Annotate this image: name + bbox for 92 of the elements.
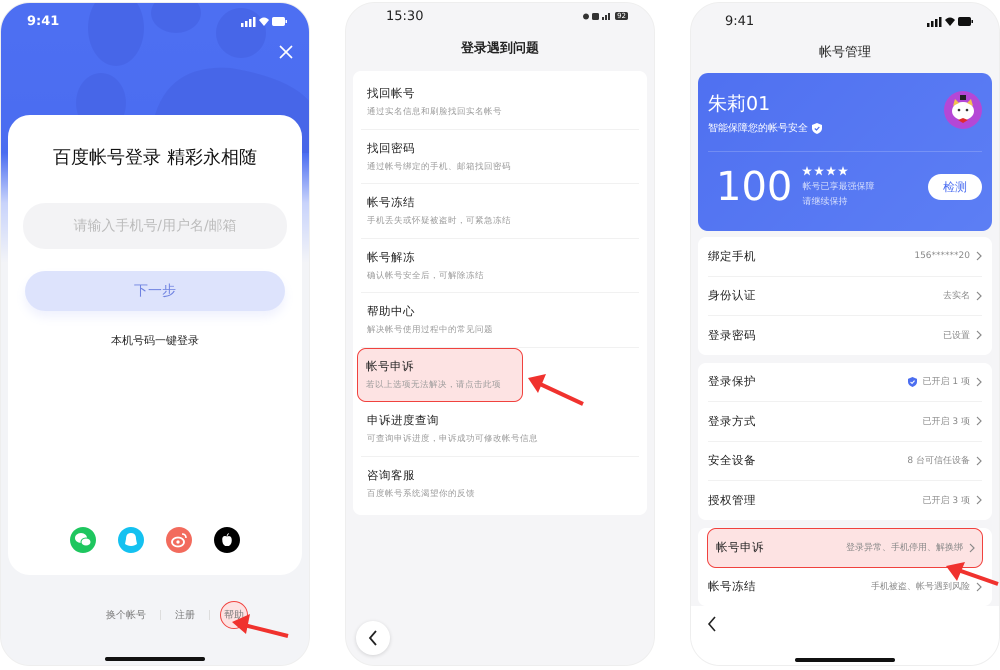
setting-label: 身份认证 [708, 288, 756, 304]
status-icons [241, 16, 287, 26]
settings-row[interactable]: 登录方式 已开启 3 项 [708, 402, 982, 442]
settings-row[interactable]: 登录密码 已设置 [708, 316, 982, 354]
setting-label: 帐号冻结 [708, 579, 756, 594]
settings-row[interactable]: 授权管理 已开启 3 项 [708, 481, 982, 520]
option-title: 帐号申诉 [366, 359, 415, 374]
setting-value: 已开启 3 项 [922, 494, 970, 507]
option-item[interactable]: 申诉进度查询 可查询申诉进度，申诉成功可修改帐号信息 [361, 402, 639, 456]
screen-title: 登录遇到问题 [460, 40, 540, 58]
setting-value: 156******20 [914, 251, 970, 262]
close-icon[interactable] [279, 45, 293, 59]
chevron-right-icon [976, 376, 982, 387]
settings-row[interactable]: 帐号冻结 手机被盗、帐号遇到风险 [708, 568, 982, 606]
status-time: 15:30 [386, 8, 424, 24]
star-icon [826, 166, 836, 176]
star-icon [838, 166, 848, 176]
settings-row[interactable]: 登录保护 已开启 1 项 [708, 362, 982, 402]
footer-link[interactable]: 换个帐号 [102, 604, 150, 626]
chevron-right-icon [976, 582, 982, 592]
setting-value: 已开启 3 项 [922, 416, 970, 428]
option-title: 申诉进度查询 [367, 413, 440, 428]
back-icon [368, 630, 378, 646]
account-input-field[interactable]: 请输入手机号/用户名/邮箱 [23, 203, 287, 249]
login-title: 百度帐号登录 精彩永相随 [53, 146, 257, 169]
option-item[interactable]: 帐号申诉 若以上选项无法解决，请点击此项 [357, 348, 523, 402]
setting-label: 登录方式 [708, 414, 756, 429]
option-description: 百度帐号系统渴望你的反馈 [367, 488, 476, 500]
settings-row[interactable]: 安全设备 8 台可信任设备 [708, 442, 982, 481]
setting-label: 登录保护 [708, 374, 756, 390]
option-item[interactable]: 找回帐号 通过实名信息和刷脸找回实名帐号 [361, 75, 639, 130]
option-item[interactable]: 帐号冻结 手机丢失或怀疑被盗时，可紧急冻结 [361, 184, 639, 238]
status-text: 帐号已享最强保障 [802, 180, 876, 193]
setting-value: 已设置 [943, 330, 970, 342]
option-title: 找回帐号 [367, 86, 416, 102]
star-icon [814, 166, 824, 176]
shield-check-icon [812, 122, 822, 134]
settings-row[interactable]: 绑定手机 156******20 [708, 237, 982, 276]
setting-value: 手机被盗、帐号遇到风险 [871, 580, 970, 594]
chevron-right-icon [969, 542, 975, 552]
one-tap-login-link[interactable]: 本机号码一键登录 [111, 333, 199, 348]
setting-label: 绑定手机 [708, 248, 756, 264]
settings-row[interactable]: 身份认证 去实名 [708, 276, 982, 316]
option-item[interactable]: 找回密码 通过帐号绑定的手机、邮箱找回密码 [361, 130, 639, 184]
status-time: 9:41 [27, 14, 60, 28]
option-description: 解决帐号使用过程中的常见问题 [367, 324, 494, 336]
star-icon [802, 166, 812, 176]
apple-icon[interactable] [214, 527, 240, 553]
status-text: 请继续保持 [802, 196, 848, 208]
chevron-right-icon [976, 290, 982, 301]
option-description: 确认帐号安全后，可解除冻结 [367, 270, 485, 282]
option-description: 手机丢失或怀疑被盗时，可紧急冻结 [367, 215, 512, 228]
setting-value: 登录异常、手机停用、解换绑 [846, 542, 963, 554]
option-item[interactable]: 咨询客服 百度帐号系统渴望你的反馈 [361, 456, 639, 511]
screen-title: 帐号管理 [818, 44, 872, 62]
chevron-right-icon [976, 495, 982, 506]
settings-row[interactable]: 帐号申诉 登录异常、手机停用、解换绑 [707, 528, 983, 568]
annotation-arrow [528, 374, 584, 406]
eye-swirl-icon[interactable] [166, 527, 192, 553]
setting-label: 登录密码 [708, 328, 756, 343]
chevron-right-icon [976, 456, 982, 466]
option-title: 找回密码 [367, 140, 416, 156]
back-button[interactable] [356, 621, 390, 655]
avatar-icon [944, 91, 982, 129]
status-time: 9:41 [725, 14, 754, 28]
status-icons [582, 12, 612, 20]
setting-label: 安全设备 [708, 453, 756, 468]
footer-link[interactable]: 注册 [171, 604, 199, 626]
status-icons [927, 16, 973, 26]
chat-bubbles-icon[interactable] [70, 527, 96, 553]
option-description: 通过帐号绑定的手机、邮箱找回密码 [367, 160, 512, 173]
chevron-right-icon [976, 251, 982, 262]
check-button[interactable]: 检测 [928, 174, 982, 200]
option-title: 帐号解冻 [367, 250, 416, 265]
setting-label: 授权管理 [708, 492, 756, 508]
setting-value: 去实名 [943, 290, 970, 302]
option-description: 若以上选项无法解决，请点击此项 [366, 379, 502, 392]
setting-value: 已开启 1 项 [922, 376, 970, 388]
option-title: 咨询客服 [367, 468, 416, 484]
security-score: 100 [716, 164, 792, 210]
setting-label: 帐号申诉 [716, 540, 764, 555]
option-description: 通过实名信息和刷脸找回实名帐号 [367, 106, 503, 118]
option-description: 可查询申诉进度，申诉成功可修改帐号信息 [367, 433, 539, 446]
chevron-right-icon [976, 416, 982, 426]
option-item[interactable]: 帐号解冻 确认帐号安全后，可解除冻结 [361, 238, 639, 293]
option-title: 帐号冻结 [367, 195, 416, 210]
back-icon[interactable] [707, 616, 717, 632]
security-subtitle: 智能保障您的帐号安全 [708, 122, 808, 135]
chevron-right-icon [976, 330, 982, 340]
option-title: 帮助中心 [367, 304, 416, 320]
account-name: 朱莉01 [708, 92, 772, 117]
setting-value: 8 台可信任设备 [907, 454, 970, 468]
